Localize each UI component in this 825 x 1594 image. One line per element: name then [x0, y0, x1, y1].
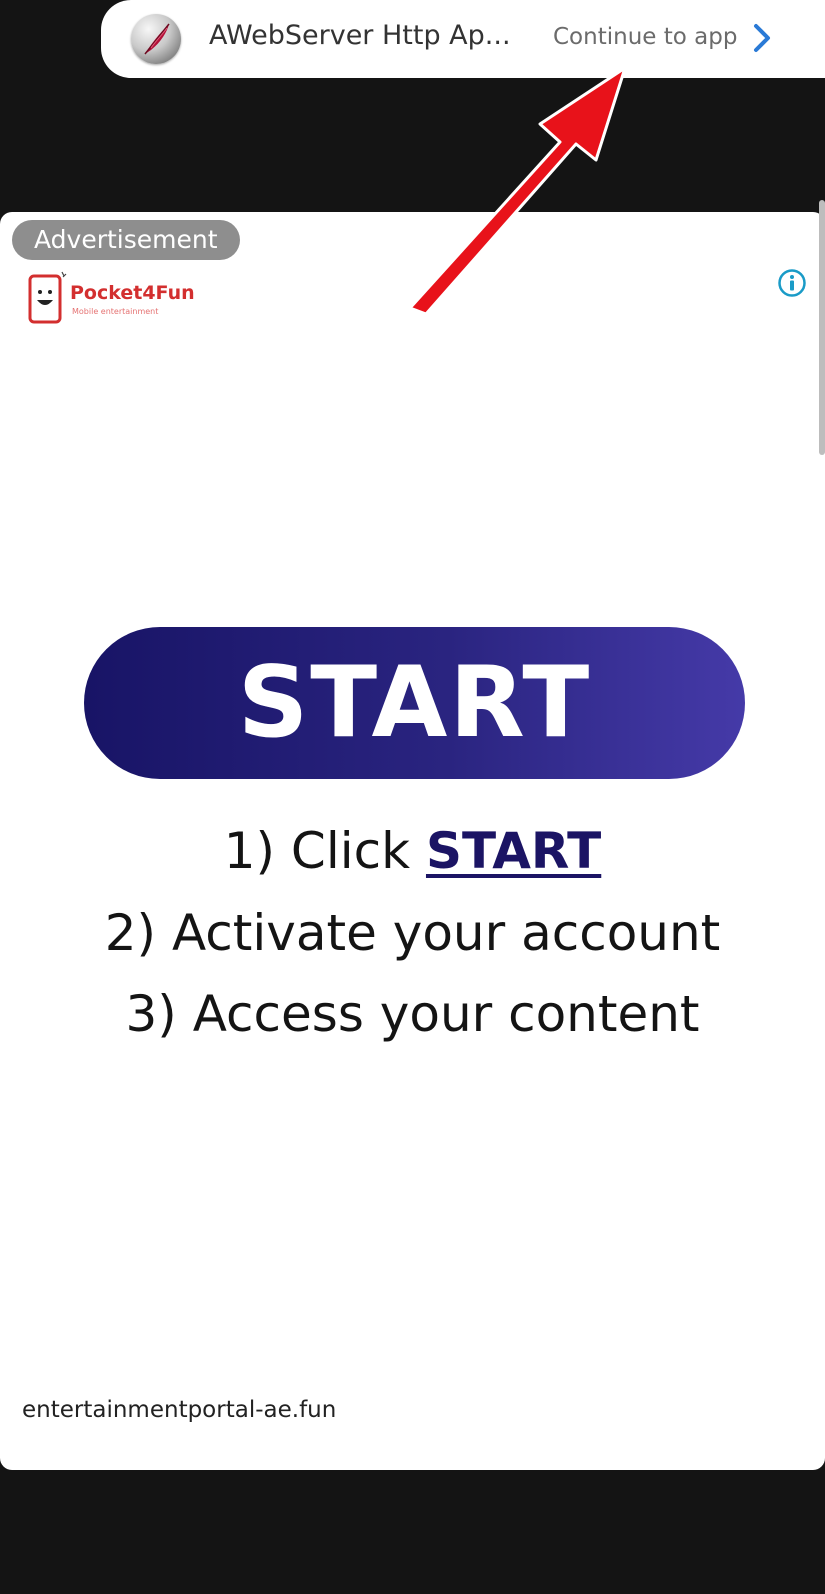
continue-to-app-link[interactable]: Continue to app [553, 24, 737, 50]
step-1: 1) Click START [0, 822, 825, 880]
step-1-start-link[interactable]: START [426, 822, 601, 880]
start-button[interactable]: START [84, 627, 745, 779]
advertisement-badge: Advertisement [12, 220, 240, 260]
scrollbar[interactable] [819, 200, 825, 455]
step-1-prefix: 1) Click [223, 822, 426, 880]
app-name: AWebServer Http Ap... [209, 20, 511, 51]
continue-to-app-banner[interactable]: AWebServer Http Ap... Continue to app [101, 0, 825, 78]
feather-app-icon [131, 14, 181, 64]
brand-name: Pocket4Fun [70, 282, 195, 304]
info-icon[interactable] [777, 268, 807, 298]
advertisement-card[interactable]: Advertisement Pocket4Fun Mobile entertai… [0, 212, 825, 1470]
ad-domain: entertainmentportal-ae.fun [22, 1397, 337, 1423]
smiling-phone-icon [28, 271, 67, 324]
step-3: 3) Access your content [125, 985, 700, 1043]
brand-tagline: Mobile entertainment [72, 307, 159, 316]
chevron-right-icon[interactable] [751, 22, 773, 54]
step-2: 2) Activate your account [104, 904, 721, 962]
brand-logo: Pocket4Fun Mobile entertainment [26, 270, 206, 330]
